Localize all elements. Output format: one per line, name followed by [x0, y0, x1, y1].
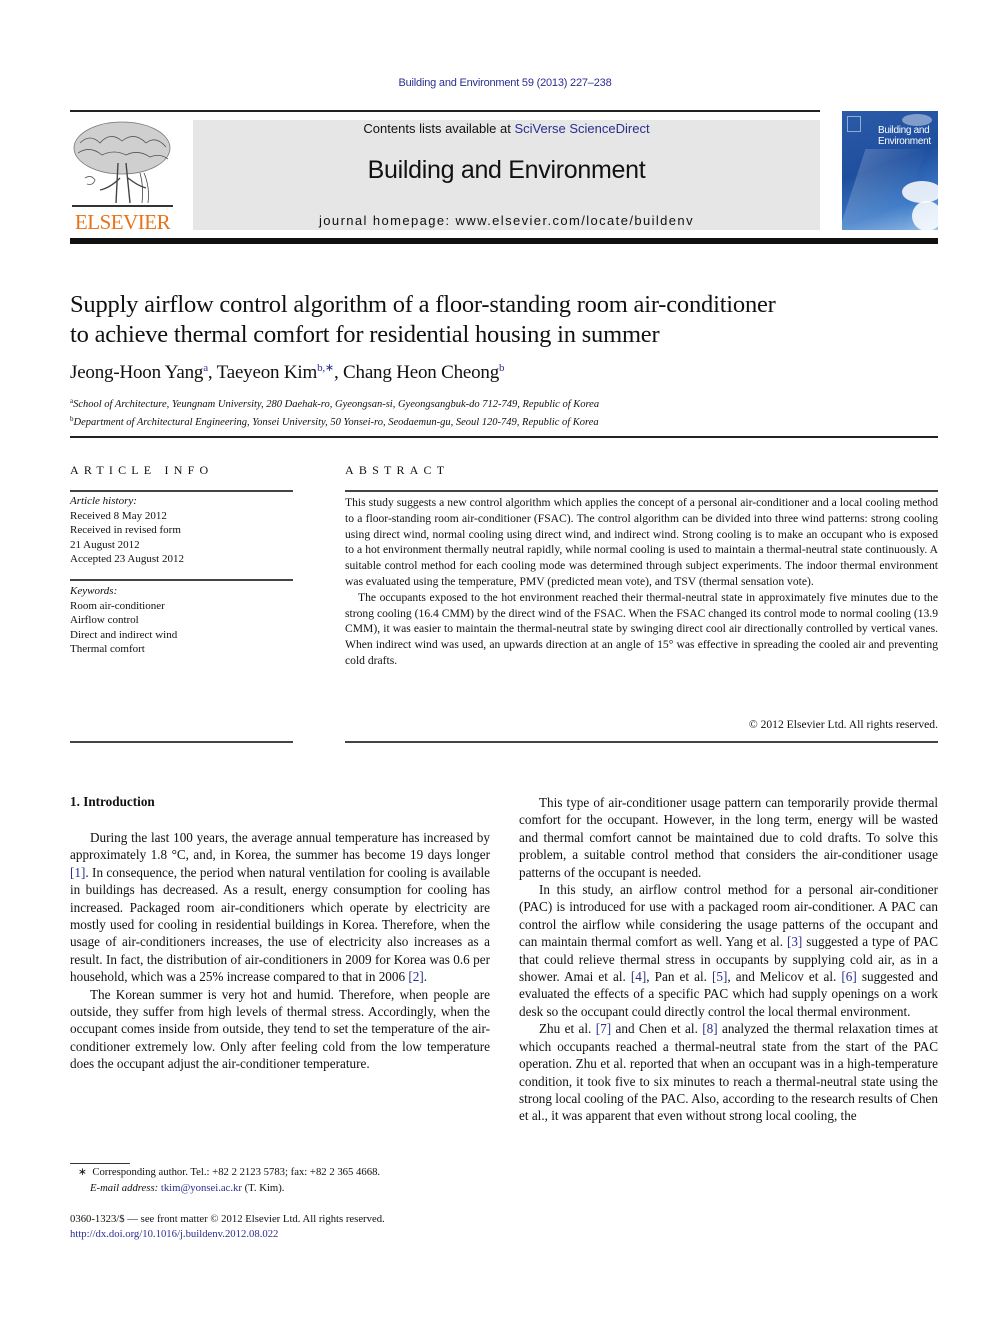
abstract-paragraph: The occupants exposed to the hot environ… — [345, 590, 938, 667]
keyword: Thermal comfort — [70, 643, 145, 655]
text-run: , and Melicov et al. — [727, 969, 842, 985]
email-label: E-mail address: — [90, 1181, 159, 1194]
journal-banner: Contents lists available at SciVerse Sci… — [193, 120, 820, 230]
author-name: Jeong-Hoon Yang — [70, 362, 204, 383]
body-column-right: This type of air-conditioner usage patte… — [519, 794, 938, 1125]
affiliation-text: School of Architecture, Yeungnam Univers… — [73, 399, 600, 410]
footnote-text: (T. Kim). — [241, 1181, 285, 1194]
citation-link[interactable]: [2] — [408, 969, 423, 984]
citation-link[interactable]: [6] — [841, 969, 856, 984]
author-list: Jeong-Hoon Yanga, Taeyeon Kimb,∗, Chang … — [70, 362, 505, 383]
cover-title-line: Environment — [878, 136, 931, 147]
author-name: Chang Heon Cheong — [343, 362, 500, 383]
elsevier-tree-icon — [72, 121, 173, 207]
history-entry: Received 8 May 2012 — [70, 509, 167, 522]
author-name: Taeyeon Kim — [216, 362, 318, 383]
section-heading-introduction: 1. Introduction — [70, 794, 155, 809]
article-title: Supply airflow control algorithm of a fl… — [70, 290, 950, 350]
abstract-body: This study suggests a new control algori… — [345, 495, 938, 669]
footnote-marker: ∗ — [78, 1166, 87, 1178]
text-run: Zhu et al. — [539, 1021, 596, 1037]
body-paragraph: Zhu et al. [7] and Chen et al. [8] analy… — [519, 1020, 938, 1124]
cover-cloud-graphic — [912, 201, 938, 230]
journal-cover-image[interactable]: Building and Environment — [842, 111, 938, 230]
corresponding-author-footnote: ∗ Corresponding author. Tel.: +82 2 2123… — [78, 1165, 380, 1196]
journal-homepage-link[interactable]: journal homepage: www.elsevier.com/locat… — [193, 213, 820, 228]
history-entry: Accepted 23 August 2012 — [70, 553, 184, 565]
article-history: Article history: Received 8 May 2012 Rec… — [70, 494, 184, 567]
text-run: . — [423, 969, 428, 985]
article-history-label: Article history: — [70, 495, 137, 507]
affiliation-marker[interactable]: b — [499, 362, 505, 374]
cover-cloud-graphic — [902, 181, 938, 203]
title-divider — [70, 436, 938, 438]
text-run: . In consequence, the period when natura… — [70, 864, 490, 985]
keyword: Room air-conditioner — [70, 599, 165, 612]
header-thick-rule — [70, 238, 938, 244]
citation-link[interactable]: [3] — [787, 934, 802, 949]
cover-elsevier-icon — [847, 116, 861, 132]
keywords-label: Keywords: — [70, 585, 118, 597]
text-run: , Pan et al. — [646, 969, 712, 985]
footnote-text: Corresponding author. Tel.: +82 2 2123 5… — [92, 1166, 381, 1178]
footnote-rule — [70, 1163, 130, 1164]
divider — [70, 490, 293, 492]
divider — [70, 579, 293, 581]
contents-availability: Contents lists available at SciVerse Sci… — [193, 121, 820, 136]
abstract-heading: ABSTRACT — [345, 463, 450, 477]
divider — [345, 741, 938, 743]
elsevier-logo[interactable]: ELSEVIER — [70, 118, 175, 233]
text-run: During the last 100 years, the average a… — [70, 830, 490, 863]
elsevier-wordmark: ELSEVIER — [74, 210, 171, 234]
abstract-copyright: © 2012 Elsevier Ltd. All rights reserved… — [748, 718, 938, 731]
history-entry: Received in revised form — [70, 524, 181, 536]
affiliation: aSchool of Architecture, Yeungnam Univer… — [70, 394, 599, 412]
issn-line: 0360-1323/$ — see front matter © 2012 El… — [70, 1213, 385, 1225]
citation-link[interactable]: [7] — [596, 1021, 611, 1036]
affiliation-marker[interactable]: a — [203, 362, 208, 374]
abstract-paragraph: This study suggests a new control algori… — [345, 496, 938, 588]
affiliation-text: Department of Architectural Engineering,… — [73, 417, 599, 428]
contents-prefix: Contents lists available at — [363, 121, 515, 136]
sciencedirect-link[interactable]: SciVerse ScienceDirect — [514, 121, 649, 136]
journal-citation-link[interactable]: Building and Environment 59 (2013) 227–2… — [0, 77, 992, 89]
article-info-heading: ARTICLE INFO — [70, 463, 214, 477]
keyword: Airflow control — [70, 614, 139, 626]
divider — [70, 741, 293, 743]
footnote-line: E-mail address: tkim@yonsei.ac.kr (T. Ki… — [78, 1181, 380, 1197]
text-run: analyzed the thermal relaxation times at… — [519, 1021, 938, 1124]
body-paragraph: This type of air-conditioner usage patte… — [519, 795, 938, 880]
journal-title: Building and Environment — [367, 156, 646, 184]
citation-link[interactable]: [1] — [70, 865, 85, 880]
cover-title-line: Building and — [878, 125, 930, 136]
history-entry: 21 August 2012 — [70, 538, 140, 551]
citation-link[interactable]: [4] — [631, 969, 646, 984]
body-paragraph: The Korean summer is very hot and humid.… — [70, 986, 490, 1072]
article-title-line: Supply airflow control algorithm of a fl… — [70, 291, 776, 318]
divider — [345, 490, 938, 492]
text-run: and Chen et al. — [611, 1021, 703, 1037]
citation-link[interactable]: [5] — [712, 969, 727, 984]
body-column-left: During the last 100 years, the average a… — [70, 829, 490, 1073]
keywords: Keywords: Room air-conditioner Airflow c… — [70, 584, 177, 657]
header-rule — [70, 110, 820, 112]
email-link[interactable]: tkim@yonsei.ac.kr — [161, 1182, 242, 1194]
doi-link[interactable]: http://dx.doi.org/10.1016/j.buildenv.201… — [70, 1227, 385, 1242]
footnote-line: ∗ Corresponding author. Tel.: +82 2 2123… — [78, 1165, 380, 1181]
affiliation: bDepartment of Architectural Engineering… — [70, 412, 599, 430]
front-matter: 0360-1323/$ — see front matter © 2012 El… — [70, 1212, 385, 1242]
body-paragraph: In this study, an airflow control method… — [519, 881, 938, 1020]
affiliation-marker[interactable]: b,∗ — [317, 362, 334, 374]
body-paragraph: During the last 100 years, the average a… — [70, 829, 490, 986]
keyword: Direct and indirect wind — [70, 628, 178, 641]
citation-link[interactable]: [8] — [702, 1021, 717, 1036]
affiliations: aSchool of Architecture, Yeungnam Univer… — [70, 394, 599, 430]
cover-title: Building and Environment — [878, 125, 931, 147]
article-title-line: to achieve thermal comfort for residenti… — [70, 321, 660, 348]
